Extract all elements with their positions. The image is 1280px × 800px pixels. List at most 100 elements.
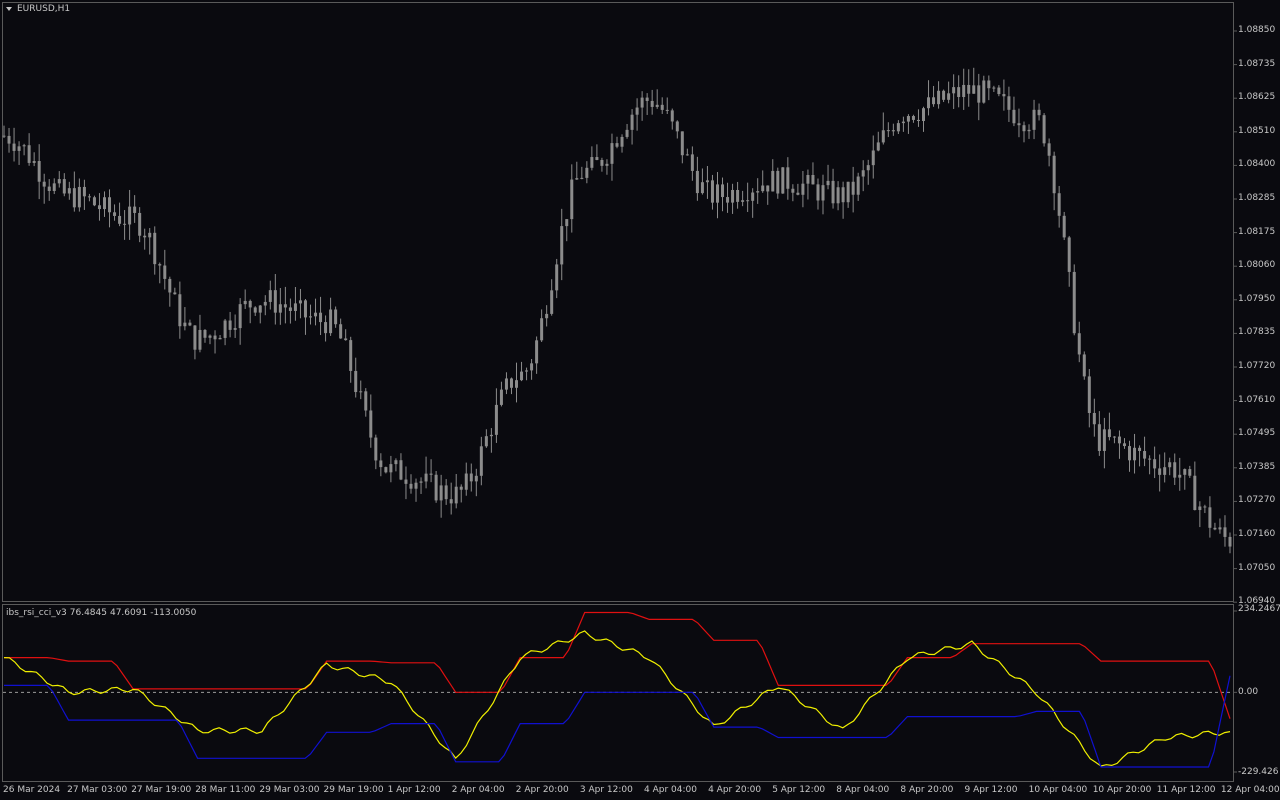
candle-body xyxy=(434,474,438,501)
candle-body xyxy=(1047,143,1051,156)
candle-body xyxy=(384,467,388,473)
price-tick-label: 1.08850 xyxy=(1238,25,1276,35)
candle-body xyxy=(625,129,629,137)
candle-body xyxy=(1012,109,1016,124)
candle-body xyxy=(575,178,579,180)
candle-body xyxy=(1032,109,1036,130)
candle-body xyxy=(1208,507,1212,528)
candle-body xyxy=(263,301,267,306)
candle-body xyxy=(550,290,554,314)
candle-body xyxy=(942,90,946,100)
candle-body xyxy=(766,185,770,192)
candle-body xyxy=(238,304,242,329)
candle-body xyxy=(173,292,177,295)
candle-body xyxy=(47,186,51,191)
candle-body xyxy=(806,174,810,184)
candle-body xyxy=(916,119,920,122)
candle-body xyxy=(509,378,513,388)
candle-body xyxy=(1037,109,1041,116)
candle-body xyxy=(354,370,358,393)
candle-body xyxy=(1193,475,1197,511)
candle-body xyxy=(359,391,363,393)
candle-body xyxy=(1097,424,1101,451)
candle-body xyxy=(1122,443,1126,447)
indicator-axis-max: 234.2467 xyxy=(1238,604,1280,614)
price-tick-label: 1.07720 xyxy=(1238,361,1276,371)
candle-body xyxy=(710,180,714,203)
candle-body xyxy=(12,143,16,151)
time-axis[interactable]: 26 Mar 2024 27 Mar 03:00 27 Mar 19:00 28 Ma… xyxy=(0,783,1280,800)
candle-body xyxy=(198,329,202,350)
candle-body xyxy=(660,104,664,110)
candle-body xyxy=(22,145,26,147)
candle-body xyxy=(113,212,117,216)
candle-body xyxy=(344,338,348,341)
price-chart-canvas[interactable] xyxy=(0,0,1280,603)
candle-body xyxy=(841,187,845,203)
candle-body xyxy=(309,316,312,318)
candle-body xyxy=(283,304,287,308)
candle-body xyxy=(520,371,524,381)
candle-body xyxy=(253,307,257,313)
price-chart-pane[interactable]: EURUSD,H1 1.08850 1.08735 1.08625 1.08510 1.… xyxy=(0,0,1280,606)
candle-body xyxy=(484,436,488,447)
candle-body xyxy=(178,294,182,327)
candle-body xyxy=(761,185,765,192)
candle-body xyxy=(203,329,207,338)
candle-body xyxy=(1052,155,1056,194)
candle-body xyxy=(1128,446,1132,461)
time-tick-label: 29 Mar 19:00 xyxy=(323,785,384,795)
candle-body xyxy=(419,481,423,483)
candle-body xyxy=(590,157,594,168)
candle-body xyxy=(866,165,870,171)
candle-body xyxy=(851,181,855,195)
candle-body xyxy=(218,337,222,340)
time-tick-label: 28 Mar 11:00 xyxy=(195,785,256,795)
candle-body xyxy=(1072,271,1076,334)
candle-body xyxy=(856,176,860,195)
candle-body xyxy=(741,200,745,202)
candle-body xyxy=(57,179,61,184)
candle-body xyxy=(726,197,730,203)
chart-title: EURUSD,H1 xyxy=(6,3,70,15)
time-tick-label: 27 Mar 03:00 xyxy=(67,785,128,795)
candle-body xyxy=(208,335,212,338)
candle-body xyxy=(123,223,127,225)
price-tick-label: 1.07495 xyxy=(1238,428,1276,439)
candle-body xyxy=(600,159,604,166)
candle-body xyxy=(756,191,760,193)
candle-body xyxy=(816,184,820,201)
indicator-axis-min: -229.426 xyxy=(1238,767,1279,777)
candle-body xyxy=(595,157,599,160)
chart-menu-triangle-icon[interactable] xyxy=(6,7,12,11)
candle-body xyxy=(82,186,86,197)
candle-body xyxy=(881,130,885,143)
candle-body xyxy=(138,212,142,236)
candle-body xyxy=(1027,129,1031,132)
candle-body xyxy=(535,340,539,364)
indicator-pane[interactable]: ibs_rsi_cci_v3 76.4845 47.6091 -113.0050 23… xyxy=(0,603,1280,783)
candle-body xyxy=(650,100,654,107)
candle-body xyxy=(37,161,41,182)
time-tick-label: 1 Apr 12:00 xyxy=(387,785,441,795)
candle-body xyxy=(489,434,493,437)
candle-body xyxy=(17,146,21,151)
candle-body xyxy=(605,163,609,166)
indicator-yellow-line xyxy=(3,630,1231,767)
time-tick-label: 9 Apr 12:00 xyxy=(964,785,1018,795)
candle-body xyxy=(183,322,187,327)
candle-body xyxy=(987,80,991,89)
candle-body xyxy=(972,85,976,94)
candle-body xyxy=(404,479,408,484)
time-tick-label: 2 Apr 04:00 xyxy=(451,785,505,795)
indicator-canvas[interactable] xyxy=(0,603,1280,783)
time-tick-label: 27 Mar 19:00 xyxy=(131,785,192,795)
candle-body xyxy=(746,200,750,202)
candle-body xyxy=(911,116,915,120)
candle-body xyxy=(927,97,931,109)
time-tick-label: 8 Apr 20:00 xyxy=(900,785,954,795)
candle-body xyxy=(545,313,549,319)
candle-body xyxy=(153,232,157,265)
candle-body xyxy=(62,179,66,194)
candle-body xyxy=(560,226,564,265)
